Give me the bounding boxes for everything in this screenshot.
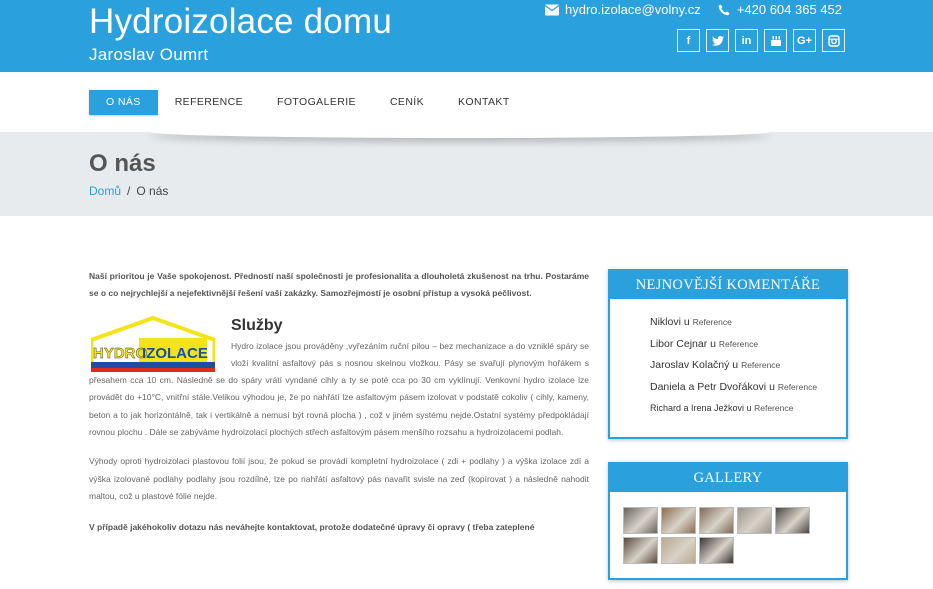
comment-item: Richard a Irena Ježkovi u Reference (650, 398, 846, 420)
instagram-icon[interactable] (822, 29, 845, 52)
comment-item: Libor Cejnar u Reference (650, 334, 846, 356)
gallery-thumbnail[interactable] (623, 537, 658, 564)
recent-comments-widget: NEJNOVĚJŠÍ KOMENTÁŘE Niklovi u Reference… (608, 269, 848, 439)
hydroizolace-logo: HYDRO IZOLACE (89, 315, 217, 372)
nav-item-fotogalerie[interactable]: FOTOGALERIE (260, 90, 373, 115)
comment-item: Niklovi u Reference (650, 312, 846, 334)
nav-item-o-nas[interactable]: O NÁS (89, 90, 158, 115)
header-bar: Hydroizolace domu Jaroslav Oumrt hydro.i… (0, 0, 933, 72)
comment-author[interactable]: Richard a Irena Ježkovi (650, 403, 744, 413)
phone-icon (718, 4, 730, 15)
gallery-thumbnail[interactable] (623, 507, 658, 534)
comment-connector: u (746, 403, 752, 413)
page-title: O nás (89, 150, 156, 177)
email-link[interactable]: hydro.izolace@volny.cz (565, 2, 701, 17)
intro-text: Naší prioritou je Vaše spokojenost. Před… (89, 271, 589, 299)
nav-shadow (150, 132, 770, 138)
breadcrumb-current: O nás (136, 184, 169, 198)
comment-post-link[interactable]: Reference (719, 339, 758, 349)
gallery-widget: GALLERY (608, 462, 848, 580)
envelope-icon (545, 4, 560, 15)
site-subtitle: Jaroslav Oumrt (89, 45, 209, 64)
nav-item-cenik[interactable]: CENÍK (373, 90, 441, 115)
comment-post-link[interactable]: Reference (778, 382, 817, 392)
comment-author[interactable]: Daniela a Petr Dvořákovi (650, 381, 766, 393)
widget-title: GALLERY (610, 464, 846, 492)
contact-info: hydro.izolace@volny.cz +420 604 365 452 (545, 2, 842, 17)
comment-author[interactable]: Libor Cejnar (650, 338, 707, 350)
gallery-thumbnail[interactable] (775, 507, 810, 534)
advantages-text: Výhody oproti hydroizolaci plastovou fol… (89, 456, 589, 501)
comment-connector: u (732, 359, 739, 371)
gallery-thumbnail[interactable] (661, 537, 696, 564)
phone-link[interactable]: +420 604 365 452 (737, 2, 842, 17)
comment-connector: u (710, 337, 716, 350)
page-header: O nás Domů / O nás (0, 132, 933, 216)
comment-post-link[interactable]: Reference (741, 360, 780, 370)
comment-connector: u (683, 316, 690, 328)
main-nav: O NÁS REFERENCE FOTOGALERIE CENÍK KONTAK… (0, 72, 933, 132)
comment-item: Jaroslav Kolačný u Reference (650, 355, 846, 377)
main-content: Naší prioritou je Vaše spokojenost. Před… (89, 268, 589, 537)
twitter-icon[interactable] (706, 29, 729, 52)
gallery-thumbnails (610, 492, 810, 564)
widget-title: NEJNOVĚJŠÍ KOMENTÁŘE (610, 271, 846, 299)
facebook-icon[interactable]: f (677, 29, 700, 52)
comment-post-link[interactable]: Reference (693, 317, 732, 327)
comment-item: Daniela a Petr Dvořákovi u Reference (650, 377, 846, 399)
nav-item-reference[interactable]: REFERENCE (158, 90, 260, 115)
google-plus-icon[interactable]: G+ (793, 29, 816, 52)
breadcrumb: Domů / O nás (89, 184, 168, 198)
nav-item-kontakt[interactable]: KONTAKT (441, 90, 527, 115)
site-title[interactable]: Hydroizolace domu (89, 2, 392, 42)
breadcrumb-separator: / (127, 184, 131, 198)
comment-author[interactable]: Niklovi (650, 316, 681, 328)
contact-note: V případě jakéhokoliv dotazu nás neváhej… (89, 522, 535, 533)
linkedin-icon[interactable]: in (735, 29, 758, 52)
comment-connector: u (769, 380, 775, 393)
gallery-thumbnail[interactable] (661, 507, 696, 534)
youtube-icon[interactable] (764, 29, 787, 52)
comment-author[interactable]: Jaroslav Kolačný (650, 359, 729, 371)
gallery-thumbnail[interactable] (699, 507, 734, 534)
breadcrumb-home[interactable]: Domů (89, 184, 121, 198)
gallery-thumbnail[interactable] (737, 507, 772, 534)
social-links: f in G+ (677, 29, 845, 52)
logo-text-hydro: HYDRO (93, 345, 148, 362)
gallery-thumbnail[interactable] (699, 537, 734, 564)
comment-post-link[interactable]: Reference (754, 403, 793, 413)
logo-text-izolace: IZOLACE (142, 345, 208, 362)
